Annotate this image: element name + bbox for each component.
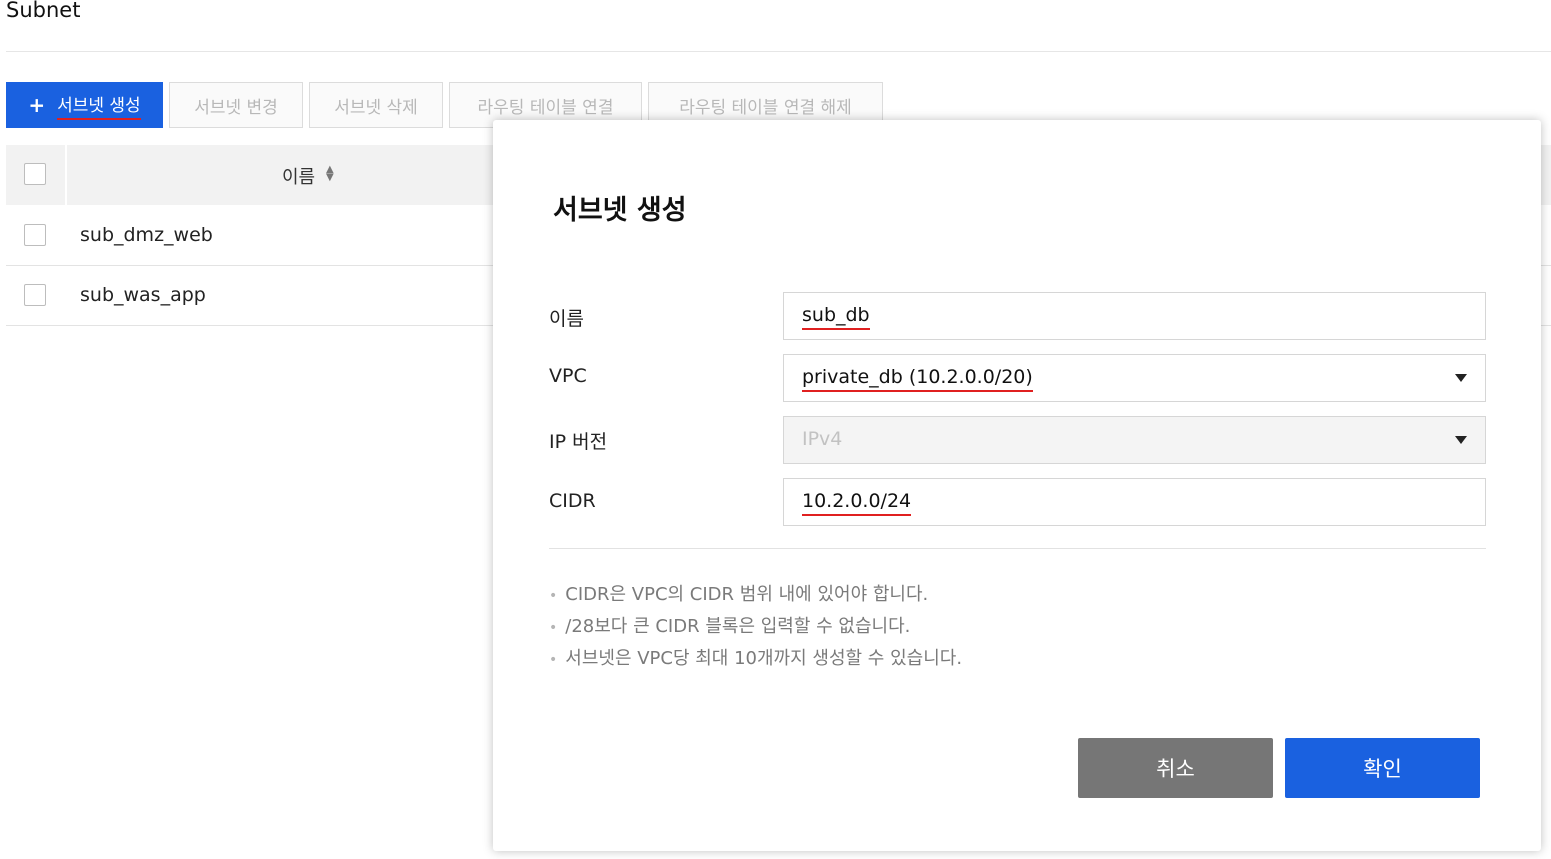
row-name: sub_was_app [80,284,206,306]
vpc-select[interactable]: private_db (10.2.0.0/20) [783,354,1486,402]
confirm-button[interactable]: 확인 [1285,738,1480,798]
chevron-down-icon [1455,436,1467,444]
row-name: sub_dmz_web [80,224,213,246]
column-header-name[interactable]: 이름 [282,163,315,189]
note-item: • 서브넷은 VPC당 최대 10개까지 생성할 수 있습니다. [549,644,962,670]
row-checkbox[interactable] [24,284,46,306]
note-text: /28보다 큰 CIDR 블록은 입력할 수 없습니다. [565,616,911,637]
cidr-input[interactable]: 10.2.0.0/24 [783,478,1486,526]
create-subnet-dialog: 서브넷 생성 이름 sub_db VPC private_db (10.2.0.… [493,120,1541,851]
page-title: Subnet [6,0,81,22]
cancel-button[interactable]: 취소 [1078,738,1273,798]
vpc-select-value: private_db (10.2.0.0/20) [802,366,1033,392]
cidr-input-value: 10.2.0.0/24 [802,490,912,516]
ip-version-value: IPv4 [802,428,843,450]
create-subnet-label: 서브넷 생성 [57,91,141,120]
note-text: 서브넷은 VPC당 최대 10개까지 생성할 수 있습니다. [565,648,963,669]
bullet-icon: • [549,652,558,668]
note-text: CIDR은 VPC의 CIDR 범위 내에 있어야 합니다. [565,584,929,605]
row-checkbox[interactable] [24,224,46,246]
plus-icon: + [28,93,46,117]
page: Subnet + 서브넷 생성 서브넷 변경 서브넷 삭제 라우팅 테이블 연결… [0,0,1551,859]
bullet-icon: • [549,588,558,604]
bullet-icon: • [549,620,558,636]
vpc-label: VPC [549,365,587,387]
name-input-value: sub_db [802,304,870,330]
ip-version-label: IP 버전 [549,431,608,453]
dialog-title: 서브넷 생성 [553,195,687,226]
chevron-down-icon [1455,374,1467,382]
ip-version-select[interactable]: IPv4 [783,416,1486,464]
name-label: 이름 [549,308,584,330]
note-item: • CIDR은 VPC의 CIDR 범위 내에 있어야 합니다. [549,580,928,606]
dialog-divider [549,548,1486,549]
select-all-checkbox[interactable] [24,163,46,185]
edit-subnet-button[interactable]: 서브넷 변경 [169,82,303,128]
delete-subnet-button[interactable]: 서브넷 삭제 [309,82,443,128]
title-divider [6,51,1551,52]
header-check-cell [6,145,67,205]
note-item: • /28보다 큰 CIDR 블록은 입력할 수 없습니다. [549,612,910,638]
cidr-label: CIDR [549,490,596,512]
name-input[interactable]: sub_db [783,292,1486,340]
create-subnet-button[interactable]: + 서브넷 생성 [6,82,163,128]
sort-icon[interactable]: ▲ ▼ [326,165,334,183]
